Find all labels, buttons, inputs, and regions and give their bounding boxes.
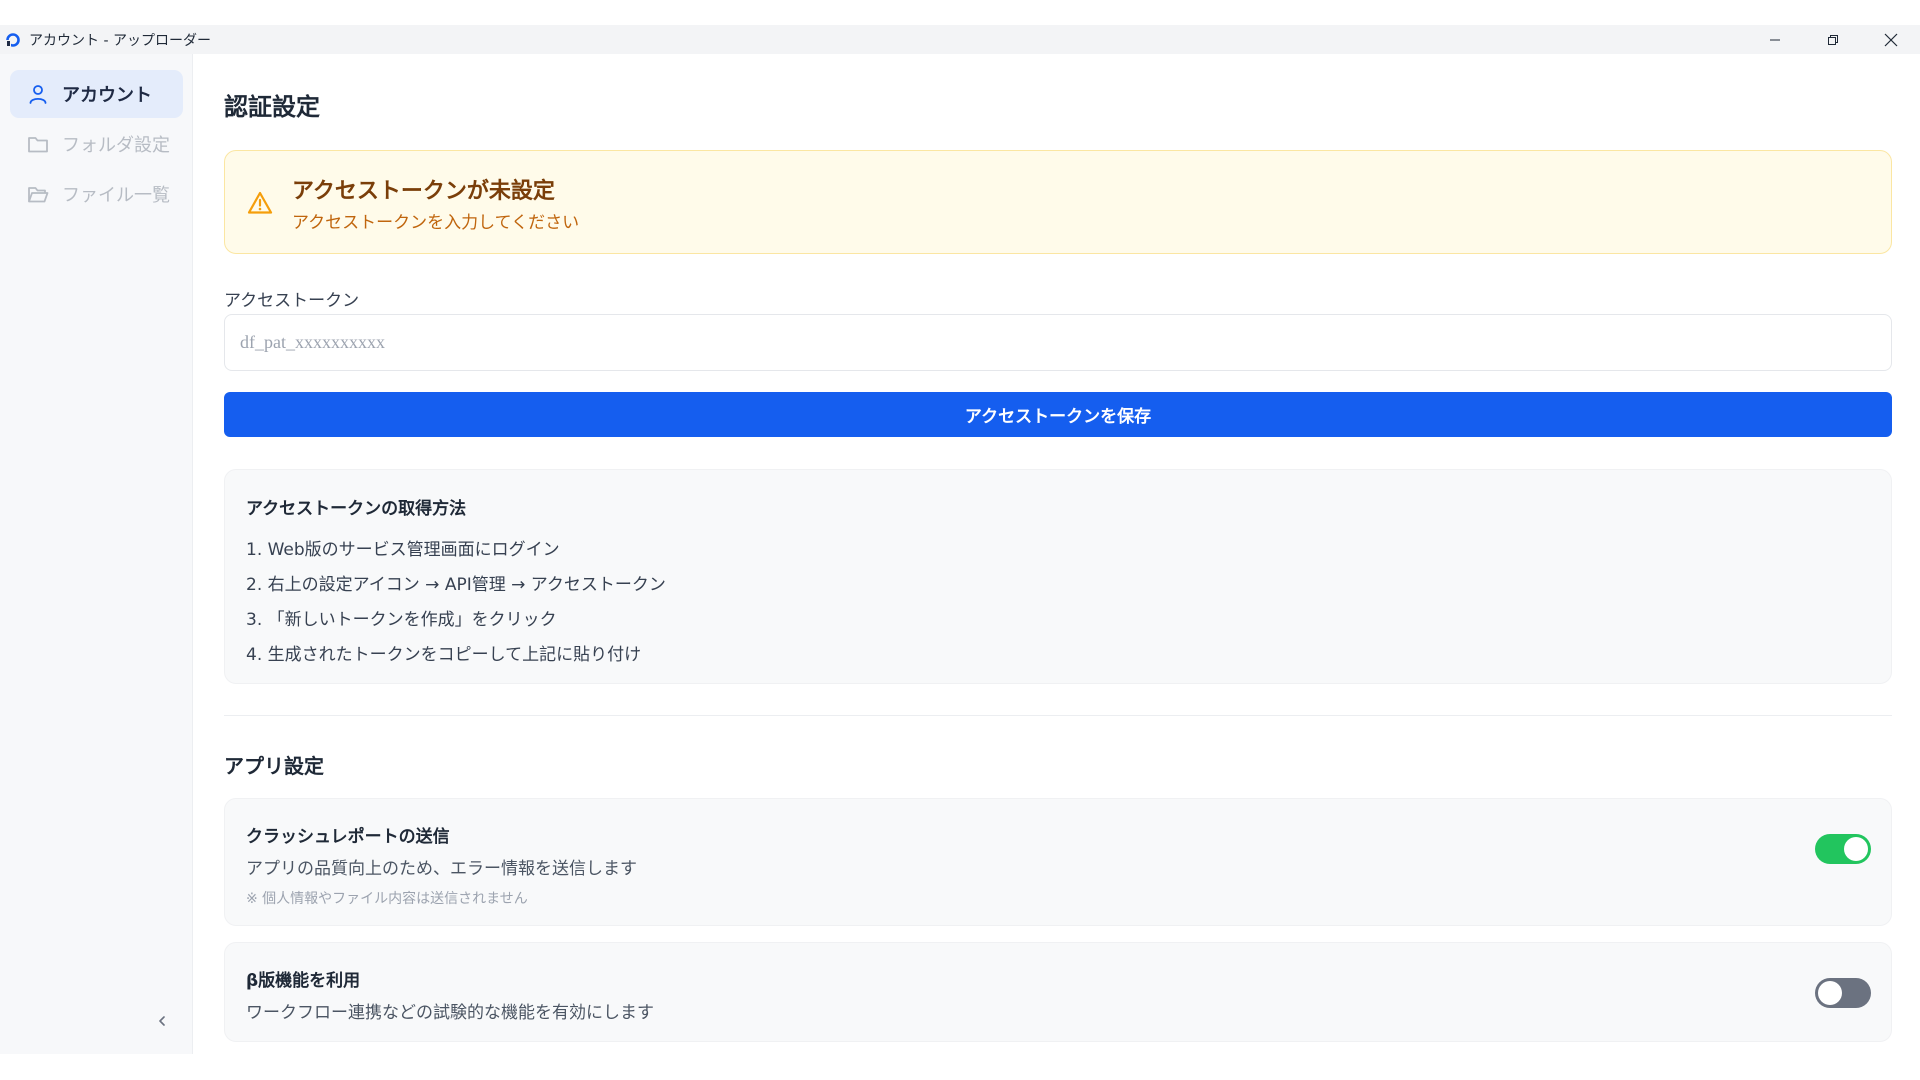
token-howto-panel: アクセストークンの取得方法 1. Web版のサービス管理画面にログイン 2. 右…	[224, 469, 1892, 684]
setting-description: ワークフロー連携などの試験的な機能を有効にします	[246, 1003, 654, 1023]
warning-icon	[247, 191, 273, 214]
app-logo-icon	[6, 32, 20, 47]
user-icon	[29, 85, 47, 104]
chevron-left-icon	[159, 1016, 165, 1026]
setting-description: アプリの品質向上のため、エラー情報を送信します	[246, 859, 637, 879]
token-missing-alert: アクセストークンが未設定 アクセストークンを入力してください	[224, 150, 1892, 254]
setting-title: β版機能を利用	[246, 971, 361, 991]
setting-title: クラッシュレポートの送信	[246, 827, 450, 847]
beta-features-setting: β版機能を利用 ワークフロー連携などの試験的な機能を有効にします	[224, 942, 1892, 1042]
folder-open-icon	[28, 187, 49, 203]
restore-icon	[1828, 34, 1838, 45]
window-title: アカウント - アップローダー	[29, 32, 211, 49]
title-bar: アカウント - アップローダー	[0, 25, 1920, 54]
toggle-knob	[1844, 837, 1868, 861]
crash-report-toggle[interactable]	[1815, 834, 1871, 864]
toggle-knob	[1818, 981, 1842, 1005]
auth-settings-heading: 認証設定	[224, 93, 320, 121]
top-margin	[0, 0, 1920, 25]
restore-button[interactable]	[1804, 25, 1862, 54]
howto-step: 3. 「新しいトークンを作成」をクリック	[246, 610, 557, 630]
access-token-label: アクセストークン	[224, 291, 360, 311]
sidebar-item-label: ファイル一覧	[62, 185, 170, 206]
main-content: 認証設定 アクセストークンが未設定 アクセストークンを入力してください アクセス…	[224, 54, 1892, 1054]
section-divider	[224, 715, 1892, 716]
setting-note: ※ 個人情報やファイル内容は送信されません	[246, 891, 528, 907]
app-settings-heading: アプリ設定	[224, 754, 324, 778]
howto-step: 4. 生成されたトークンをコピーして上記に貼り付け	[246, 645, 642, 665]
crash-report-setting: クラッシュレポートの送信 アプリの品質向上のため、エラー情報を送信します ※ 個…	[224, 798, 1892, 926]
howto-title: アクセストークンの取得方法	[246, 499, 467, 519]
sidebar-item-file-list[interactable]: ファイル一覧	[10, 170, 183, 218]
sidebar: アカウント フォルダ設定 ファイル一覧	[0, 54, 193, 1054]
access-token-input[interactable]	[224, 314, 1892, 371]
folder-icon	[28, 137, 48, 153]
alert-title: アクセストークンが未設定	[292, 179, 555, 204]
close-icon	[1884, 33, 1898, 46]
beta-features-toggle[interactable]	[1815, 978, 1871, 1008]
save-token-button[interactable]: アクセストークンを保存	[224, 392, 1892, 437]
collapse-sidebar-button[interactable]	[150, 1009, 174, 1033]
sidebar-item-label: アカウント	[62, 85, 152, 106]
close-button[interactable]	[1862, 25, 1920, 54]
howto-step: 1. Web版のサービス管理画面にログイン	[246, 540, 560, 560]
alert-message: アクセストークンを入力してください	[292, 213, 580, 233]
window-controls	[1746, 25, 1920, 54]
sidebar-item-account[interactable]: アカウント	[10, 70, 183, 118]
howto-step: 2. 右上の設定アイコン → API管理 → アクセストークン	[246, 575, 666, 595]
bottom-margin	[0, 1054, 1920, 1080]
minimize-icon	[1770, 39, 1780, 40]
sidebar-item-label: フォルダ設定	[62, 135, 170, 156]
sidebar-item-folder-settings[interactable]: フォルダ設定	[10, 120, 183, 168]
minimize-button[interactable]	[1746, 25, 1804, 54]
